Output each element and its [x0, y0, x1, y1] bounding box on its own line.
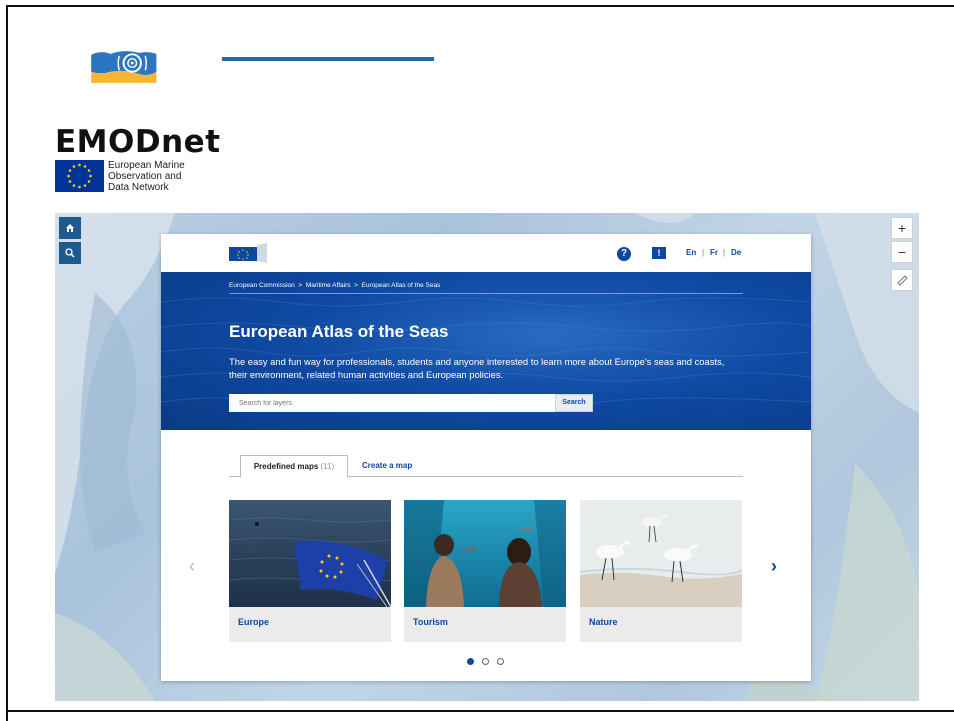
carousel-next-button[interactable]: ›: [771, 556, 777, 577]
breadcrumb: European Commission > Maritime Affairs >…: [229, 282, 440, 289]
slide: EMODnet European Marine Observation and …: [0, 0, 954, 721]
map-card-nature[interactable]: Nature: [580, 500, 742, 642]
layer-search-box: [229, 394, 556, 412]
carousel-prev-button[interactable]: ‹: [189, 556, 195, 577]
search-button[interactable]: Search: [555, 394, 593, 412]
lang-separator: |: [702, 248, 705, 257]
lang-separator: |: [723, 248, 726, 257]
tab-create-map[interactable]: Create a map: [362, 455, 412, 477]
breadcrumb-item[interactable]: Maritime Affairs: [306, 282, 351, 289]
slide-bottom-rule: [6, 710, 954, 712]
page-description: The easy and fun way for professionals, …: [229, 356, 725, 380]
europe-card-image: [229, 500, 391, 607]
measure-button[interactable]: [891, 269, 913, 291]
card-label: Nature: [589, 617, 618, 627]
lang-fr[interactable]: Fr: [710, 248, 718, 257]
carousel-dot-active[interactable]: [467, 658, 474, 665]
atlas-panel: ? ! En | Fr | De European Commission > M…: [161, 234, 811, 681]
carousel-dot[interactable]: [497, 658, 504, 665]
european-commission-logo[interactable]: [229, 243, 269, 263]
lang-en[interactable]: En: [686, 248, 696, 257]
zoom-in-button[interactable]: +: [891, 217, 913, 239]
tab-predefined-maps[interactable]: Predefined maps (11): [240, 455, 348, 478]
ruler-icon: [897, 275, 908, 286]
carousel-pagination: [467, 658, 507, 668]
feedback-icon[interactable]: !: [652, 247, 666, 259]
emodnet-wordmark: EMODnet: [55, 124, 221, 160]
carousel-dot[interactable]: [482, 658, 489, 665]
card-label: Europe: [238, 617, 270, 627]
layer-search-input[interactable]: [229, 394, 556, 412]
map-tabs: Predefined maps (11) Create a map: [229, 455, 743, 478]
breadcrumb-divider: [229, 293, 743, 294]
title-accent-bar: [222, 57, 434, 61]
tourism-card-image: [404, 500, 566, 607]
zoom-out-button[interactable]: −: [891, 241, 913, 263]
home-button[interactable]: [59, 217, 81, 239]
emodnet-logo-icon: [91, 51, 157, 83]
home-icon: [66, 224, 74, 232]
site-header: ? ! En | Fr | De: [161, 234, 811, 272]
eu-flag-icon: [55, 160, 104, 192]
breadcrumb-item: European Atlas of the Seas: [361, 282, 441, 289]
map-card-tourism[interactable]: Tourism: [404, 500, 566, 642]
breadcrumb-item[interactable]: European Commission: [229, 282, 295, 289]
breadcrumb-separator: >: [298, 282, 303, 289]
hero-banner: European Commission > Maritime Affairs >…: [161, 272, 811, 430]
nature-card-image: [580, 500, 742, 607]
map-search-button[interactable]: [59, 242, 81, 264]
tab-count: (11): [320, 462, 335, 471]
card-label: Tourism: [413, 617, 448, 627]
help-icon[interactable]: ?: [617, 247, 631, 261]
emodnet-subtitle: European Marine Observation and Data Net…: [108, 160, 185, 193]
lang-de[interactable]: De: [731, 248, 741, 257]
atlas-screenshot: + − ? ! En | Fr | De European Commission…: [55, 213, 919, 701]
map-card-europe[interactable]: Europe: [229, 500, 391, 642]
page-title: European Atlas of the Seas: [229, 322, 449, 341]
search-icon: [65, 248, 75, 258]
breadcrumb-separator: >: [354, 282, 358, 289]
